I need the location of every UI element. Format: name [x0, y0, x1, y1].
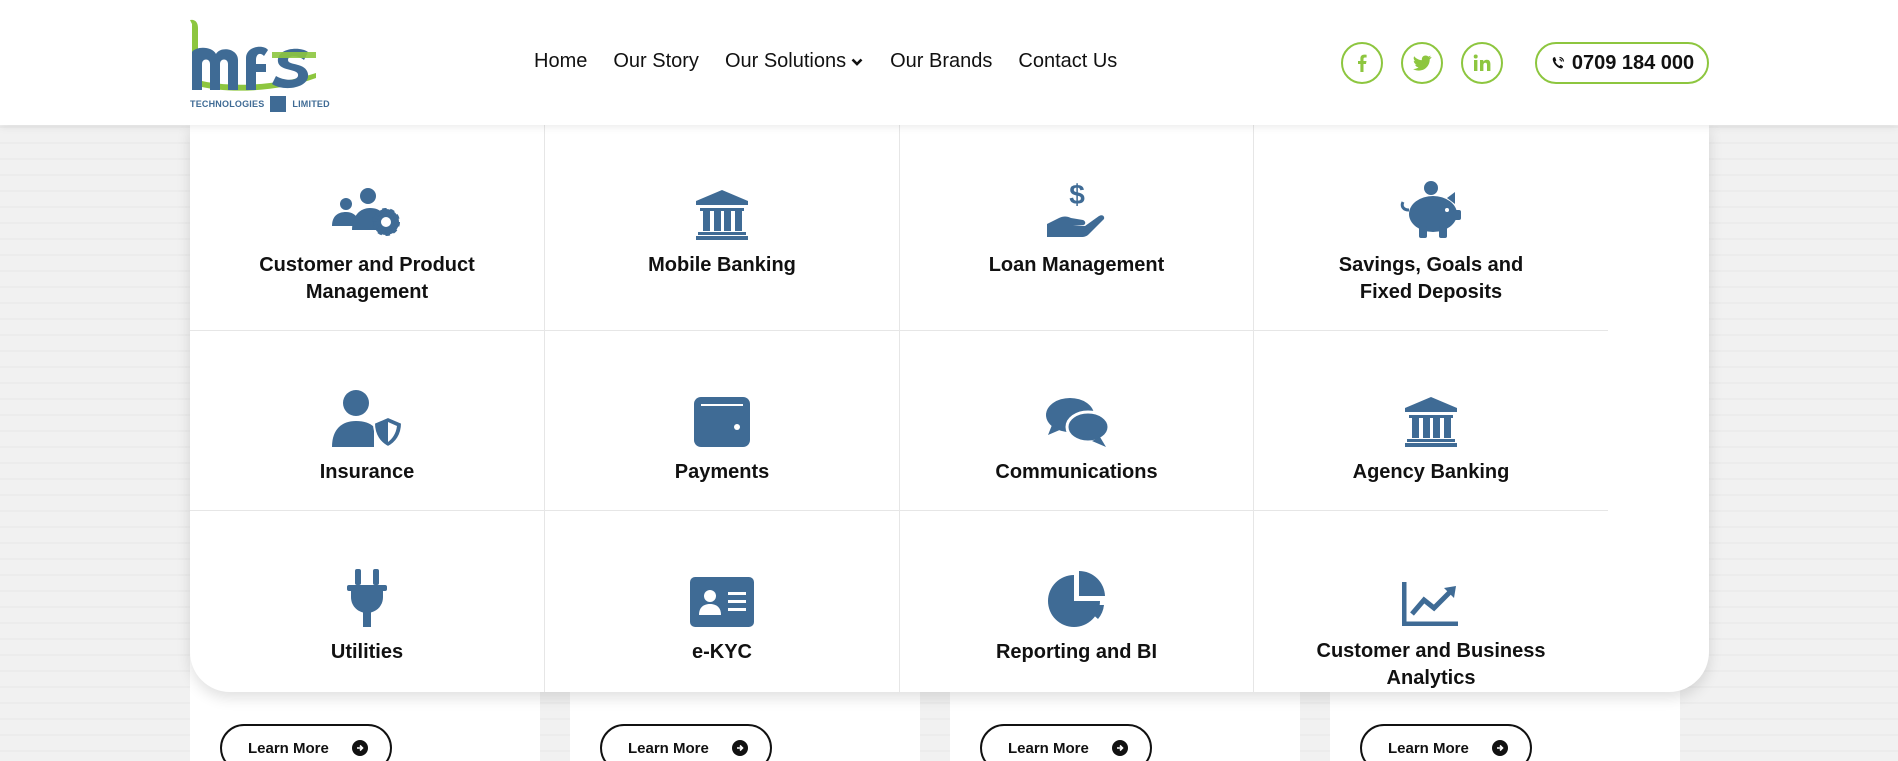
phone-icon	[1552, 56, 1564, 69]
solution-label: Payments	[674, 461, 770, 483]
nav-our-solutions[interactable]: Our Solutions	[725, 50, 864, 73]
nav-home[interactable]: Home	[534, 50, 587, 73]
facebook-icon[interactable]	[1341, 42, 1383, 84]
nav-our-story-label: Our Story	[613, 50, 699, 72]
bank-icon	[1394, 391, 1468, 447]
user-shield-icon	[330, 390, 404, 447]
solutions-grid: Customer and Product Management Mobile B…	[190, 124, 1608, 692]
solution-insurance[interactable]: Insurance	[190, 331, 545, 511]
solution-label: Customer and Business Analytics	[1316, 640, 1546, 689]
logo-caption: TECHNOLOGIES LIMITED	[190, 96, 330, 112]
svg-text:$: $	[1069, 180, 1085, 210]
solution-mobile-banking[interactable]: Mobile Banking	[545, 124, 900, 331]
nav-contact-us[interactable]: Contact Us	[1018, 50, 1117, 73]
solution-e-kyc[interactable]: e-KYC	[545, 511, 900, 692]
learn-more-button[interactable]: Learn More	[600, 724, 772, 761]
solution-utilities[interactable]: Utilities	[190, 511, 545, 692]
logo-caption-right: LIMITED	[292, 99, 330, 109]
arrow-right-icon	[732, 740, 748, 756]
nav-our-brands[interactable]: Our Brands	[890, 50, 992, 73]
users-gear-icon	[330, 184, 404, 240]
learn-more-label: Learn More	[1008, 739, 1089, 757]
pie-chart-icon	[1040, 571, 1114, 627]
chart-line-icon	[1394, 571, 1468, 626]
solution-savings-goals-fixed-deposits[interactable]: Savings, Goals and Fixed Deposits	[1254, 124, 1608, 331]
arrow-right-icon	[1112, 740, 1128, 756]
solution-label: Mobile Banking	[648, 254, 796, 276]
arrow-right-icon	[352, 740, 368, 756]
nav-our-story[interactable]: Our Story	[613, 50, 699, 73]
chevron-down-icon	[851, 58, 863, 66]
solution-loan-management[interactable]: $ Loan Management	[900, 124, 1254, 331]
hand-dollar-icon: $	[1040, 180, 1114, 240]
solution-label: Savings, Goals and Fixed Deposits	[1338, 254, 1524, 303]
learn-more-label: Learn More	[628, 739, 709, 757]
solution-communications[interactable]: Communications	[900, 331, 1254, 511]
solution-customer-business-analytics[interactable]: Customer and Business Analytics	[1254, 511, 1608, 692]
phone-button[interactable]: 0709 184 000	[1535, 42, 1709, 84]
twitter-icon[interactable]	[1401, 42, 1443, 84]
learn-more-button[interactable]: Learn More	[1360, 724, 1532, 761]
social-links	[1341, 42, 1503, 84]
site-header: TECHNOLOGIES LIMITED Home Our Story Our …	[0, 0, 1898, 125]
learn-more-button[interactable]: Learn More	[220, 724, 392, 761]
solution-label: e-KYC	[691, 641, 752, 663]
solution-reporting-bi[interactable]: Reporting and BI	[900, 511, 1254, 692]
plug-icon	[330, 569, 404, 627]
solution-label: Agency Banking	[1352, 461, 1510, 483]
solution-label: Loan Management	[988, 254, 1165, 276]
solution-label: Utilities	[330, 641, 404, 663]
arrow-right-icon	[1492, 740, 1508, 756]
solution-label: Communications	[995, 461, 1158, 483]
solution-payments[interactable]: Payments	[545, 331, 900, 511]
nav-home-label: Home	[534, 50, 588, 72]
logo-caption-left: TECHNOLOGIES	[190, 99, 265, 109]
main-nav: Home Our Story Our Solutions Our Brands …	[534, 50, 1117, 73]
learn-more-button[interactable]: Learn More	[980, 724, 1152, 761]
solution-label: Reporting and BI	[995, 641, 1158, 663]
linkedin-icon[interactable]	[1461, 42, 1503, 84]
nav-our-brands-label: Our Brands	[890, 50, 993, 72]
learn-more-label: Learn More	[248, 739, 329, 757]
nav-contact-us-label: Contact Us	[1018, 50, 1118, 72]
solution-agency-banking[interactable]: Agency Banking	[1254, 331, 1608, 511]
wallet-icon	[685, 391, 759, 447]
solution-customer-product-management[interactable]: Customer and Product Management	[190, 124, 545, 331]
solution-label: Customer and Product Management	[259, 254, 475, 303]
bank-icon	[685, 184, 759, 240]
solutions-mega-menu: Customer and Product Management Mobile B…	[190, 124, 1709, 692]
learn-more-label: Learn More	[1388, 739, 1469, 757]
phone-number: 0709 184 000	[1571, 51, 1695, 74]
solution-label: Insurance	[319, 461, 415, 483]
id-card-icon	[685, 571, 759, 627]
nav-our-solutions-label: Our Solutions	[724, 50, 847, 72]
comments-icon	[1040, 391, 1114, 447]
logo-square	[270, 96, 287, 112]
piggy-bank-icon	[1394, 181, 1468, 240]
